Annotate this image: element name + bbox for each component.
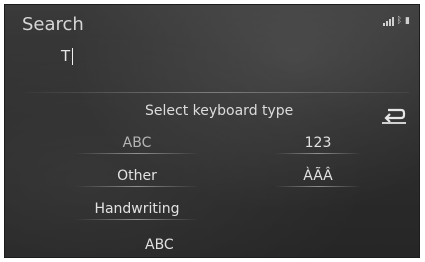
back-button[interactable]	[379, 104, 409, 126]
keyboard-option-label: ÀÃÂ	[303, 168, 333, 184]
signal-icon	[382, 17, 394, 26]
keyboard-option-label: ABC	[122, 135, 152, 151]
keyboard-option-123[interactable]: 123	[275, 135, 361, 154]
page-title: Search	[22, 14, 84, 35]
keyboard-option-abc[interactable]: ABC	[75, 135, 199, 154]
search-input-value: T	[61, 47, 71, 65]
input-divider	[17, 92, 409, 93]
back-icon	[382, 108, 406, 124]
search-input[interactable]: T	[21, 47, 321, 69]
keyboard-option-label: Handwriting	[94, 201, 180, 217]
option-underline	[75, 153, 199, 154]
keyboard-option-other[interactable]: Other	[75, 168, 199, 187]
keyboard-option-label: 123	[304, 135, 332, 151]
option-underline	[275, 186, 361, 187]
keyboard-type-heading: Select keyboard type	[145, 103, 294, 119]
text-cursor	[72, 48, 73, 65]
option-underline	[75, 186, 199, 187]
option-underline	[75, 219, 199, 220]
battery-icon: ▮	[405, 16, 410, 26]
current-keyboard-label: ABC	[145, 237, 174, 253]
bluetooth-icon: ᛒ	[396, 16, 403, 26]
screen: Search ᛒ ▮ T Select keyboard type ABC 12…	[4, 4, 420, 258]
option-underline	[275, 153, 361, 154]
keyboard-option-handwriting[interactable]: Handwriting	[75, 201, 199, 220]
status-bar: ᛒ ▮	[382, 16, 410, 26]
keyboard-option-accented[interactable]: ÀÃÂ	[275, 168, 361, 187]
keyboard-option-label: Other	[117, 168, 157, 184]
